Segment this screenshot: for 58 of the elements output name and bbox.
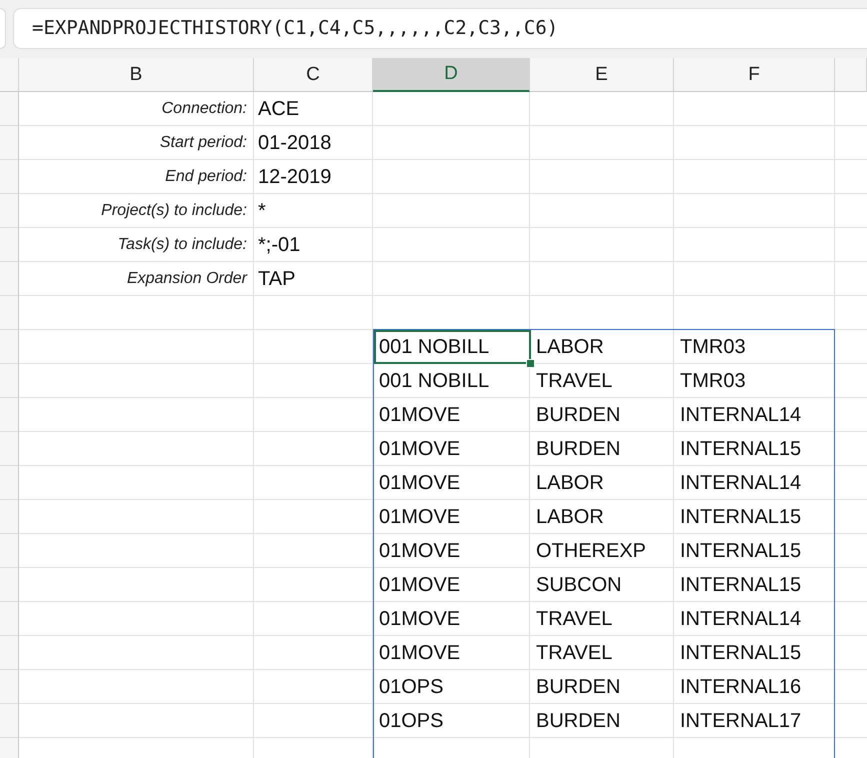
name-box[interactable]: [0, 8, 6, 48]
parameter-label: Task(s) to include:: [118, 236, 247, 254]
table-cell-text: BURDEN: [535, 436, 622, 462]
table-cell-text: 01OPS: [378, 674, 444, 700]
table-cell-text: INTERNAL15: [679, 538, 802, 564]
table-cell: 001 NOBILL: [374, 330, 531, 364]
parameter-value: *: [258, 200, 266, 222]
table-cell-text: INTERNAL14: [679, 470, 802, 496]
column-header[interactable]: [835, 58, 867, 92]
table-cell-text: INTERNAL15: [679, 504, 802, 530]
parameter-value: *;-01: [258, 234, 300, 256]
parameter-value: ACE: [258, 98, 300, 120]
select-all-corner[interactable]: [0, 58, 19, 92]
table-cell-text: TRAVEL: [535, 606, 614, 632]
table-cell-text: SUBCON: [535, 572, 623, 598]
table-cell-text: INTERNAL14: [679, 606, 802, 632]
table-cell-text: BURDEN: [535, 674, 622, 700]
table-cell-text: TMR03: [679, 334, 747, 360]
parameter-label: End period:: [165, 168, 247, 186]
column-header[interactable]: D: [373, 58, 530, 92]
table-cell-text: TRAVEL: [535, 640, 614, 666]
parameter-value: TAP: [258, 268, 296, 290]
table-cell-text: TMR03: [679, 368, 747, 394]
table-cell-text: 01MOVE: [378, 640, 462, 666]
table-cell-text: BURDEN: [535, 402, 622, 428]
column-header[interactable]: B: [19, 58, 254, 92]
parameter-label: Connection:: [162, 100, 247, 118]
table-cell-text: LABOR: [535, 504, 605, 530]
table-cell-text: LABOR: [535, 470, 605, 496]
table-cell-text: TRAVEL: [535, 368, 614, 394]
table-cell-text: INTERNAL14: [679, 402, 802, 428]
column-header[interactable]: C: [254, 58, 373, 92]
table-cell-text: BURDEN: [535, 708, 622, 734]
table-cell-text: LABOR: [535, 334, 605, 360]
table-cell-text: 01MOVE: [378, 470, 462, 496]
parameter-value: 12-2019: [258, 166, 332, 188]
parameter-label: Start period:: [160, 134, 247, 152]
formula-field[interactable]: =EXPANDPROJECTHISTORY(C1,C4,C5,,,,,,C2,C3,,C6): [13, 8, 867, 48]
table-cell-text: INTERNAL16: [679, 674, 802, 700]
table-cell-text: 01MOVE: [378, 402, 462, 428]
fill-handle[interactable]: [526, 359, 535, 368]
table-cell-text: INTERNAL17: [679, 708, 802, 734]
table-cell-text: 01MOVE: [378, 572, 462, 598]
parameter-label: Project(s) to include:: [101, 202, 247, 220]
table-cell-text: INTERNAL15: [679, 436, 802, 462]
table-cell-text: 01MOVE: [378, 606, 462, 632]
table-cell-text: 01MOVE: [378, 436, 462, 462]
table-cell-text: 01OPS: [378, 708, 444, 734]
table-cell-text: OTHEREXP: [535, 538, 648, 564]
parameter-value: 01-2018: [258, 132, 332, 154]
table-cell-text: 01MOVE: [378, 504, 462, 530]
table-cell-text: 001 NOBILL: [378, 368, 490, 394]
parameter-label: Expansion Order: [126, 270, 247, 288]
table-cell-text: INTERNAL15: [679, 640, 802, 666]
column-header[interactable]: E: [530, 58, 674, 92]
table-cell-text: 01MOVE: [378, 538, 462, 564]
column-header[interactable]: F: [674, 58, 835, 92]
table-cell-text: INTERNAL15: [679, 572, 802, 598]
